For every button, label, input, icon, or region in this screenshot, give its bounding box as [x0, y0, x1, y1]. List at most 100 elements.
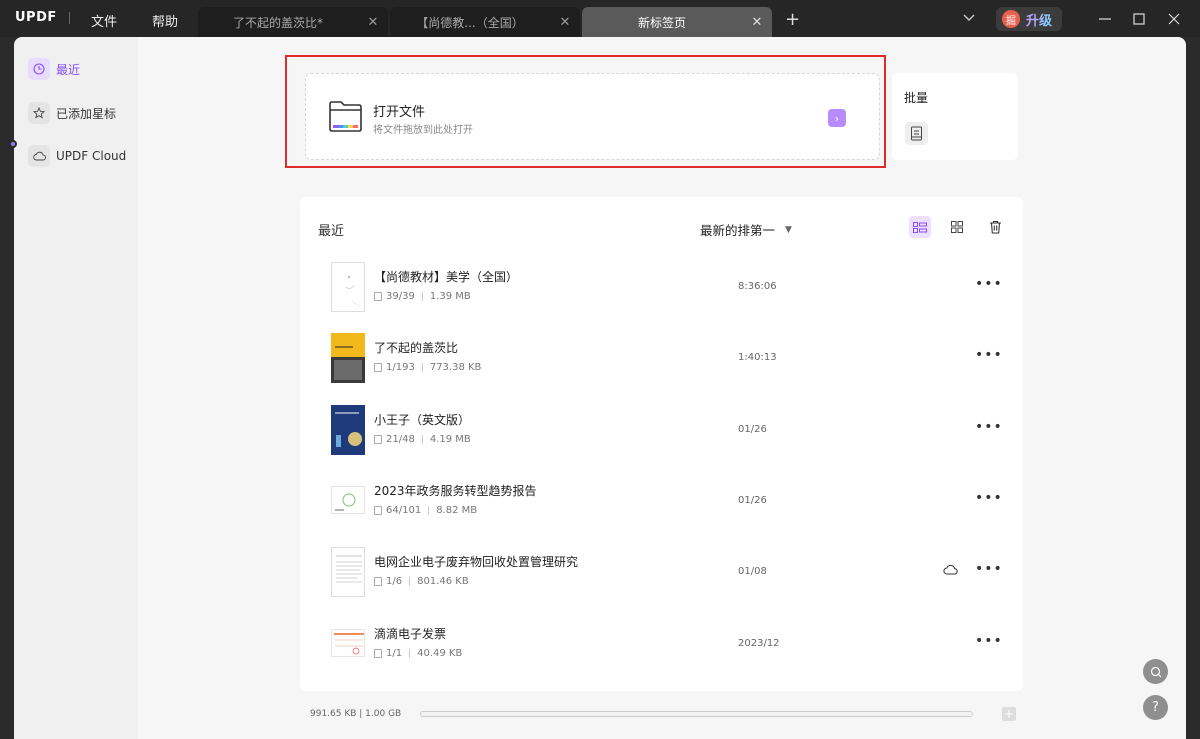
list-view-button[interactable]	[909, 216, 931, 238]
caret-down-icon: ▼	[785, 224, 792, 235]
sort-dropdown[interactable]: 最新的排第一 ▼	[700, 220, 792, 239]
more-options-icon[interactable]: •••	[975, 347, 1003, 363]
file-pages: 39/39	[386, 291, 415, 302]
pages-icon	[374, 363, 382, 372]
clock-icon	[28, 58, 50, 80]
title-bar: UPDF 文件 帮助 了不起的盖茨比* ✕ 【尚德教...（全国） ✕ 新标签页…	[0, 0, 1200, 37]
tab-label: 新标签页	[637, 15, 686, 30]
file-row[interactable]: 滴滴电子发票 1/1 40.49 KB 2023/12 •••	[300, 619, 1023, 690]
sidebar-item-recent[interactable]: 最近	[28, 57, 80, 81]
file-meta: 1/1 40.49 KB	[374, 648, 462, 659]
pages-icon	[374, 577, 382, 586]
file-row[interactable]: 电网企业电子废弃物回收处置管理研究 1/6 801.46 KB 01/08 ••…	[300, 547, 1023, 618]
file-size: 773.38 KB	[429, 362, 482, 373]
grid-view-button[interactable]	[948, 218, 966, 236]
sidebar-item-label: 最近	[56, 62, 81, 77]
batch-icon[interactable]	[905, 122, 928, 145]
file-row[interactable]: 了不起的盖茨比 1/193 773.38 KB 1:40:13 •••	[300, 333, 1023, 404]
tab-gatsby[interactable]: 了不起的盖茨比* ✕	[198, 7, 388, 37]
batch-card[interactable]: 批量	[892, 73, 1018, 160]
sidebar-item-starred[interactable]: 已添加星标	[28, 101, 116, 125]
file-size: 8.82 MB	[436, 505, 478, 516]
search-button[interactable]	[1143, 659, 1168, 684]
cloud-upload-icon[interactable]	[943, 564, 958, 575]
close-icon[interactable]: ✕	[550, 15, 580, 30]
close-window-icon[interactable]	[1163, 8, 1185, 30]
list-view-icon	[913, 221, 927, 233]
menu-help[interactable]: 帮助	[152, 11, 178, 30]
file-date: 8:36:06	[738, 281, 777, 292]
more-options-icon[interactable]: •••	[975, 561, 1003, 577]
more-options-icon[interactable]: •••	[975, 633, 1003, 649]
highlight-box	[285, 55, 886, 168]
file-thumbnail	[331, 405, 365, 455]
minimize-icon[interactable]	[1094, 8, 1116, 30]
file-date: 01/26	[738, 424, 767, 435]
file-pages: 1/1	[386, 648, 403, 659]
file-name: 滴滴电子发票	[374, 627, 447, 641]
chevron-down-icon[interactable]	[962, 10, 976, 24]
sidebar-item-label: UPDF Cloud	[56, 149, 127, 163]
pages-icon	[374, 649, 382, 658]
cloud-icon	[28, 145, 50, 167]
file-name: 小王子（英文版）	[374, 413, 471, 427]
collapse-handle[interactable]	[9, 140, 17, 148]
file-thumbnail	[331, 486, 365, 514]
file-meta: 39/39 1.39 MB	[374, 291, 471, 302]
file-name: 【尚德教材】美学（全国）	[374, 270, 519, 284]
search-icon	[1150, 666, 1161, 677]
file-size: 1.39 MB	[429, 291, 471, 302]
file-thumbnail	[331, 629, 365, 657]
file-row[interactable]: 小王子（英文版） 21/48 4.19 MB 01/26 •••	[300, 405, 1023, 476]
pages-icon	[374, 506, 382, 515]
menu-file[interactable]: 文件	[91, 11, 117, 30]
file-row[interactable]: 2023年政务服务转型趋势报告 64/101 8.82 MB 01/26 •••	[300, 476, 1023, 547]
file-date: 1:40:13	[738, 352, 777, 363]
file-date: 01/26	[738, 495, 767, 506]
more-options-icon[interactable]: •••	[975, 276, 1003, 292]
maximize-icon[interactable]	[1128, 8, 1150, 30]
file-size: 40.49 KB	[417, 648, 463, 659]
tab-label: 了不起的盖茨比*	[232, 15, 323, 30]
file-meta: 1/6 801.46 KB	[374, 576, 469, 587]
sidebar-item-cloud[interactable]: UPDF Cloud	[28, 144, 126, 168]
close-icon[interactable]: ✕	[358, 15, 388, 30]
pages-icon	[374, 435, 382, 444]
file-date: 01/08	[738, 566, 767, 577]
file-pages: 1/193	[386, 362, 415, 373]
batch-title: 批量	[904, 91, 929, 105]
help-button[interactable]: ?	[1143, 695, 1168, 720]
file-meta: 21/48 4.19 MB	[374, 434, 471, 445]
more-options-icon[interactable]: •••	[975, 419, 1003, 435]
delete-button[interactable]	[986, 217, 1004, 237]
file-meta: 1/193 773.38 KB	[374, 362, 481, 373]
grid-view-icon	[951, 221, 963, 233]
tab-label: 【尚德教...（全国）	[416, 15, 524, 30]
file-name: 电网企业电子废弃物回收处置管理研究	[374, 555, 579, 569]
tab-new[interactable]: 新标签页 ✕	[582, 7, 772, 37]
file-name: 了不起的盖茨比	[374, 341, 459, 355]
storage-usage: 991.65 KB | 1.00 GB	[310, 709, 402, 719]
file-pages: 1/6	[386, 576, 403, 587]
tab-aesthetics[interactable]: 【尚德教...（全国） ✕	[390, 7, 580, 37]
file-row[interactable]: 【尚德教材】美学（全国） 39/39 1.39 MB 8:36:06 •••	[300, 262, 1023, 333]
close-icon[interactable]: ✕	[742, 15, 772, 30]
file-size: 4.19 MB	[429, 434, 471, 445]
app-logo: UPDF	[15, 10, 57, 25]
add-storage-button[interactable]: +	[1002, 707, 1016, 721]
star-icon	[28, 102, 50, 124]
trash-icon	[989, 220, 1001, 234]
file-pages: 21/48	[386, 434, 415, 445]
sort-label: 最新的排第一	[700, 223, 776, 238]
more-options-icon[interactable]: •••	[975, 490, 1003, 506]
file-thumbnail	[331, 333, 365, 383]
sidebar: 最近 已添加星标 UPDF Cloud	[14, 37, 138, 739]
storage-bar	[420, 711, 973, 717]
upgrade-button[interactable]: 掘 升级	[996, 7, 1062, 31]
divider	[69, 12, 70, 24]
recent-title: 最近	[318, 224, 345, 239]
new-tab-button[interactable]: +	[785, 9, 800, 30]
help-icon: ?	[1152, 700, 1159, 715]
file-name: 2023年政务服务转型趋势报告	[374, 484, 537, 498]
recent-panel: 最近 最新的排第一 ▼ 【尚德教材】美学（全国） 39/39 1.39 MB 8…	[300, 197, 1023, 691]
